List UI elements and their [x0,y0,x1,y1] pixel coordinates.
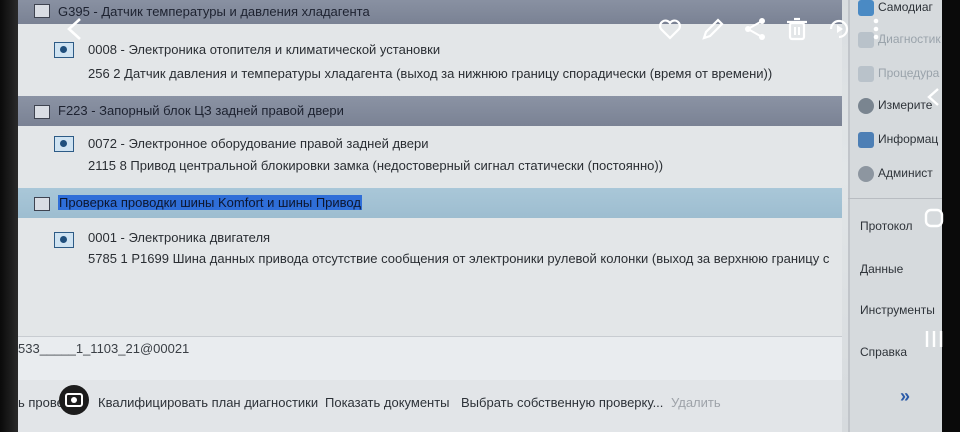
sidebar-tools[interactable]: Инструменты [860,303,935,317]
selected-text: Проверка проводки шины Komfort и шины Пр… [58,195,362,210]
entry-detail: 5785 1 P1699 Шина данных привода отсутст… [88,251,830,266]
admin-icon [858,166,874,182]
forward-icon[interactable]: » [900,386,910,407]
entry-title: 0072 - Электронное оборудование правой з… [88,136,429,151]
sidebar-item-info[interactable]: Информац [858,132,938,148]
sidebar-item-measure[interactable]: Измерите [858,98,932,114]
entry-title: 0008 - Электроника отопителя и климатиче… [88,42,441,57]
recents-icon[interactable] [922,328,946,350]
sidebar-item-procedure[interactable]: Процедура [858,66,939,82]
delete-button[interactable]: Удалить [671,390,721,416]
entry-detail: 2115 8 Привод центральной блокировки зам… [88,158,664,173]
qualify-plan-button[interactable]: Квалифицировать план диагностики [98,390,318,416]
sidebar-data[interactable]: Данные [860,262,903,276]
choose-own-check-button[interactable]: Выбрать собственную проверку... [461,390,663,416]
screen: G395 - Датчик температуры и давления хла… [0,0,960,432]
nav-back-icon[interactable] [924,86,944,108]
sidebar-item-selfdiag[interactable]: Самодиаг [858,0,933,16]
group-checkbox[interactable] [34,105,50,119]
delete-icon[interactable] [784,16,810,42]
show-documents-button[interactable]: Показать документы [325,390,450,416]
sidebar-item-admin[interactable]: Админист [858,166,933,182]
group-title: G395 - Датчик температуры и давления хла… [58,4,370,19]
info-icon[interactable] [54,136,74,152]
fault-group-header-selected[interactable]: Проверка проводки шины Komfort и шины Пр… [18,188,842,218]
home-icon[interactable] [922,206,946,230]
sidebar-help[interactable]: Справка [860,345,907,359]
lock-screenshot-icon[interactable] [58,384,90,416]
fault-entry[interactable]: 0072 - Электронное оборудование правой з… [18,126,842,188]
info-icon[interactable] [54,232,74,248]
group-title: F223 - Запорный блок ЦЗ задней правой дв… [58,103,344,118]
fault-entry[interactable]: 0001 - Электроника двигателя 5785 1 P169… [18,218,842,288]
edit-icon[interactable] [700,16,726,42]
status-bar: 533_____1_1103_21@00021 [18,336,842,381]
group-checkbox[interactable] [34,4,50,18]
bottom-toolbar: ь провер Квалифицировать план диагностик… [18,380,842,432]
gauge-icon [858,98,874,114]
info-icon[interactable] [54,42,74,58]
sidebar-protocol[interactable]: Протокол [860,219,913,233]
group-title: Проверка проводки шины Komfort и шины Пр… [58,195,362,210]
fault-list[interactable]: G395 - Датчик температуры и давления хла… [18,0,842,336]
status-text: 533_____1_1103_21@00021 [18,341,190,356]
group-checkbox[interactable] [34,197,50,211]
more-icon[interactable] [866,16,886,42]
procedure-icon [858,66,874,82]
sidebar-divider [848,198,942,199]
info-icon [858,132,874,148]
fault-group-header[interactable]: F223 - Запорный блок ЦЗ задней правой дв… [18,96,842,126]
entry-title: 0001 - Электроника двигателя [88,230,271,245]
share-icon[interactable] [742,16,768,42]
rotate-icon[interactable] [826,16,852,42]
back-icon[interactable] [62,16,88,42]
heart-icon[interactable] [657,16,683,42]
selfdiag-icon [858,0,874,16]
entry-detail: 256 2 Датчик давления и температуры хлад… [88,66,773,81]
left-black-bar [0,0,18,432]
